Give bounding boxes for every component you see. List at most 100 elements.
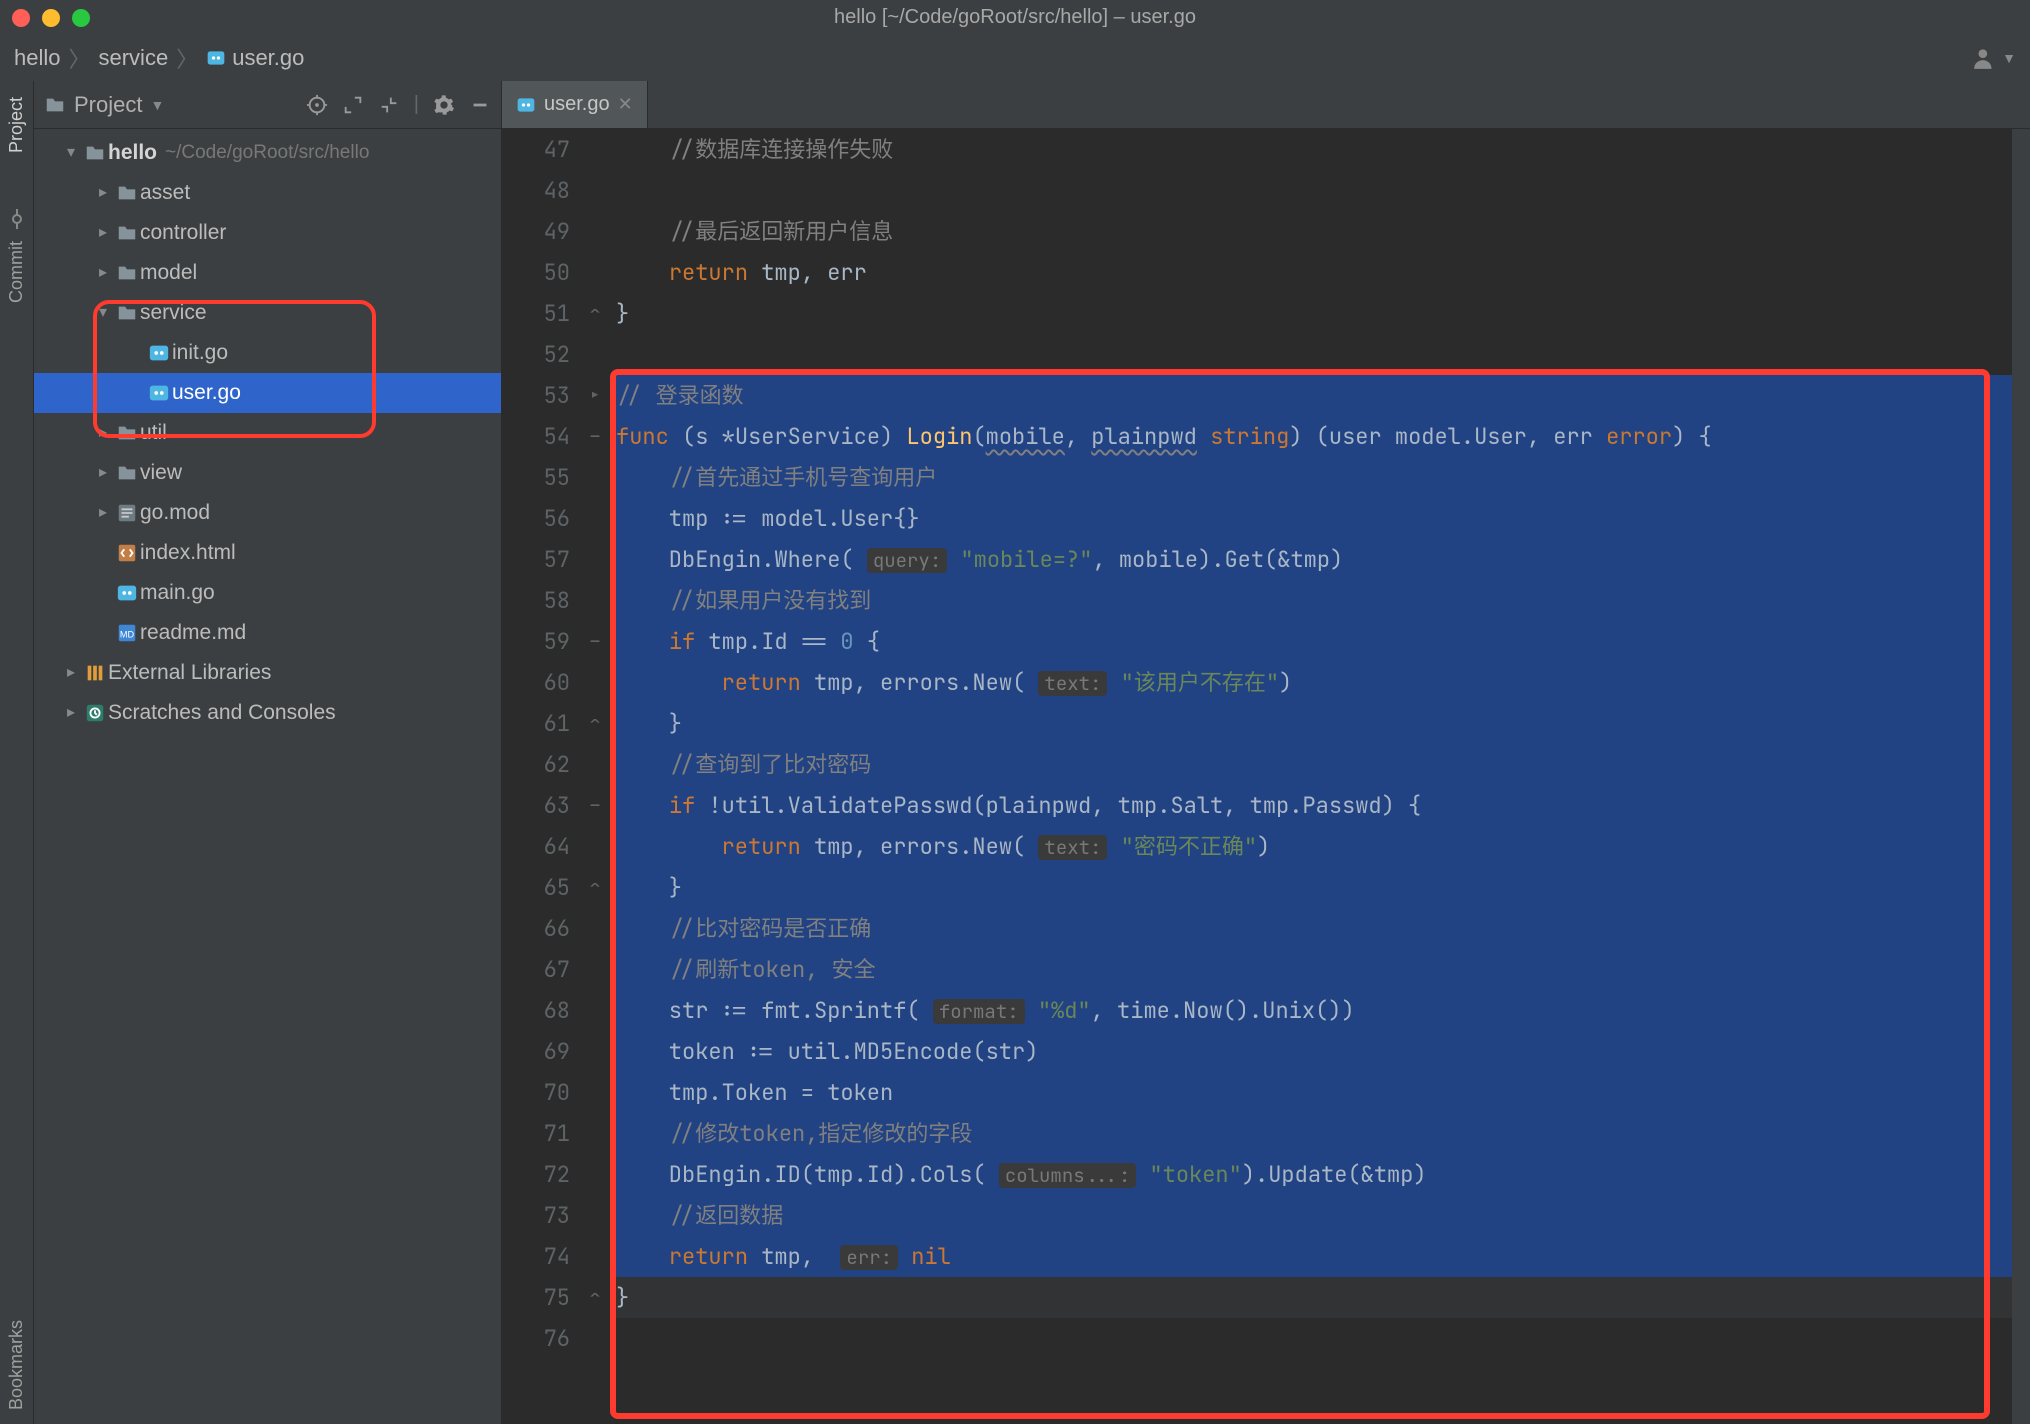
code-line[interactable]: if !util.ValidatePasswd(plainpwd, tmp.Sa… [616, 785, 2030, 826]
line-number[interactable]: 52 [502, 334, 570, 375]
line-number[interactable]: 68 [502, 990, 570, 1031]
line-number[interactable]: 56 [502, 498, 570, 539]
fold-marker[interactable] [580, 1113, 610, 1154]
line-number[interactable]: 73 [502, 1195, 570, 1236]
fold-marker[interactable] [580, 1154, 610, 1195]
line-number[interactable]: 47 [502, 129, 570, 170]
code-line[interactable]: DbEngin.Where( query: "mobile=?", mobile… [616, 539, 2030, 580]
tree-row[interactable]: ▸Scratches and Consoles [34, 693, 501, 733]
line-number[interactable]: 76 [502, 1318, 570, 1359]
collapse-all-icon[interactable] [378, 94, 400, 116]
window-zoom-button[interactable] [72, 9, 90, 27]
code-line[interactable] [616, 334, 2030, 375]
fold-marker[interactable] [580, 949, 610, 990]
code-line[interactable]: DbEngin.ID(tmp.Id).Cols( columns...: "to… [616, 1154, 2030, 1195]
fold-marker[interactable] [580, 170, 610, 211]
breadcrumb-folder[interactable]: service [99, 45, 169, 71]
code-line[interactable]: //首先通过手机号查询用户 [616, 457, 2030, 498]
fold-marker[interactable] [580, 211, 610, 252]
line-number[interactable]: 48 [502, 170, 570, 211]
code-line[interactable]: //如果用户没有找到 [616, 580, 2030, 621]
tree-chevron-icon[interactable]: ▾ [60, 133, 82, 173]
tree-row[interactable]: ▾service [34, 293, 501, 333]
fold-marker[interactable]: – [580, 785, 610, 826]
fold-marker[interactable] [580, 826, 610, 867]
editor-body[interactable]: 4748495051525354555657585960616263646566… [502, 129, 2030, 1424]
line-number[interactable]: 51 [502, 293, 570, 334]
chevron-down-icon[interactable]: ▼ [2002, 50, 2016, 66]
code-line[interactable]: str := fmt.Sprintf( format: "%d", time.N… [616, 990, 2030, 1031]
toolwindow-bookmarks-tab[interactable]: Bookmarks [6, 1320, 27, 1410]
fold-marker[interactable] [580, 252, 610, 293]
code-area[interactable]: //数据库连接操作失败 //最后返回新用户信息 return tmp, err}… [610, 129, 2030, 1424]
line-number[interactable]: 61 [502, 703, 570, 744]
fold-marker[interactable] [580, 1072, 610, 1113]
tree-row[interactable]: ▸asset [34, 173, 501, 213]
code-line[interactable]: //数据库连接操作失败 [616, 129, 2030, 170]
line-number[interactable]: 72 [502, 1154, 570, 1195]
window-minimize-button[interactable] [42, 9, 60, 27]
window-close-button[interactable] [12, 9, 30, 27]
code-line[interactable]: } [616, 703, 2030, 744]
line-number[interactable]: 63 [502, 785, 570, 826]
line-number[interactable]: 74 [502, 1236, 570, 1277]
line-number[interactable]: 49 [502, 211, 570, 252]
tree-chevron-icon[interactable]: ▸ [92, 453, 114, 493]
line-number[interactable]: 69 [502, 1031, 570, 1072]
line-number[interactable]: 53 [502, 375, 570, 416]
editor-scrollbar[interactable] [2012, 129, 2030, 1424]
toolwindow-commit-tab[interactable]: Commit [6, 235, 27, 309]
line-number[interactable]: 54 [502, 416, 570, 457]
code-line[interactable]: if tmp.Id == 0 { [616, 621, 2030, 662]
code-line[interactable] [616, 1318, 2030, 1359]
hide-panel-icon[interactable] [469, 94, 491, 116]
fold-marker[interactable] [580, 1031, 610, 1072]
user-avatar-icon[interactable] [1972, 45, 1998, 71]
fold-marker[interactable]: ⌃ [580, 293, 610, 334]
fold-marker[interactable] [580, 1195, 610, 1236]
code-line[interactable]: //刷新token, 安全 [616, 949, 2030, 990]
line-number[interactable]: 71 [502, 1113, 570, 1154]
fold-marker[interactable] [580, 129, 610, 170]
fold-marker[interactable] [580, 539, 610, 580]
fold-marker[interactable] [580, 580, 610, 621]
fold-marker[interactable]: ⌃ [580, 703, 610, 744]
close-tab-icon[interactable]: ✕ [618, 94, 633, 115]
breadcrumb-project[interactable]: hello [14, 45, 60, 71]
line-number[interactable]: 59 [502, 621, 570, 662]
tree-row[interactable]: ▸model [34, 253, 501, 293]
code-line[interactable]: return tmp, errors.New( text: "密码不正确") [616, 826, 2030, 867]
tree-chevron-icon[interactable]: ▸ [60, 653, 82, 693]
tree-row[interactable]: index.html [34, 533, 501, 573]
code-line[interactable] [616, 170, 2030, 211]
fold-marker[interactable]: – [580, 621, 610, 662]
editor-gutter[interactable]: 4748495051525354555657585960616263646566… [502, 129, 580, 1424]
line-number[interactable]: 67 [502, 949, 570, 990]
fold-marker[interactable] [580, 744, 610, 785]
line-number[interactable]: 70 [502, 1072, 570, 1113]
code-line[interactable]: //返回数据 [616, 1195, 2030, 1236]
locate-in-tree-icon[interactable] [306, 94, 328, 116]
line-number[interactable]: 64 [502, 826, 570, 867]
fold-marker[interactable] [580, 1236, 610, 1277]
line-number[interactable]: 75 [502, 1277, 570, 1318]
line-number[interactable]: 65 [502, 867, 570, 908]
fold-marker[interactable]: – [580, 416, 610, 457]
line-number[interactable]: 57 [502, 539, 570, 580]
tree-row[interactable]: main.go [34, 573, 501, 613]
code-line[interactable]: //最后返回新用户信息 [616, 211, 2030, 252]
tree-row[interactable]: readme.md [34, 613, 501, 653]
fold-marker[interactable] [580, 1318, 610, 1359]
code-line[interactable]: token := util.MD5Encode(str) [616, 1031, 2030, 1072]
tree-row[interactable]: ▸util [34, 413, 501, 453]
code-line[interactable]: return tmp, err: nil [616, 1236, 2030, 1277]
tree-row[interactable]: ▸go.mod [34, 493, 501, 533]
fold-marker[interactable]: ⌃ [580, 867, 610, 908]
tree-chevron-icon[interactable]: ▸ [60, 693, 82, 733]
toolwindow-project-tab[interactable]: Project [6, 91, 27, 159]
gear-icon[interactable] [433, 94, 455, 116]
tree-row[interactable]: user.go [34, 373, 501, 413]
fold-marker[interactable] [580, 457, 610, 498]
tree-chevron-icon[interactable]: ▸ [92, 173, 114, 213]
fold-marker[interactable] [580, 498, 610, 539]
